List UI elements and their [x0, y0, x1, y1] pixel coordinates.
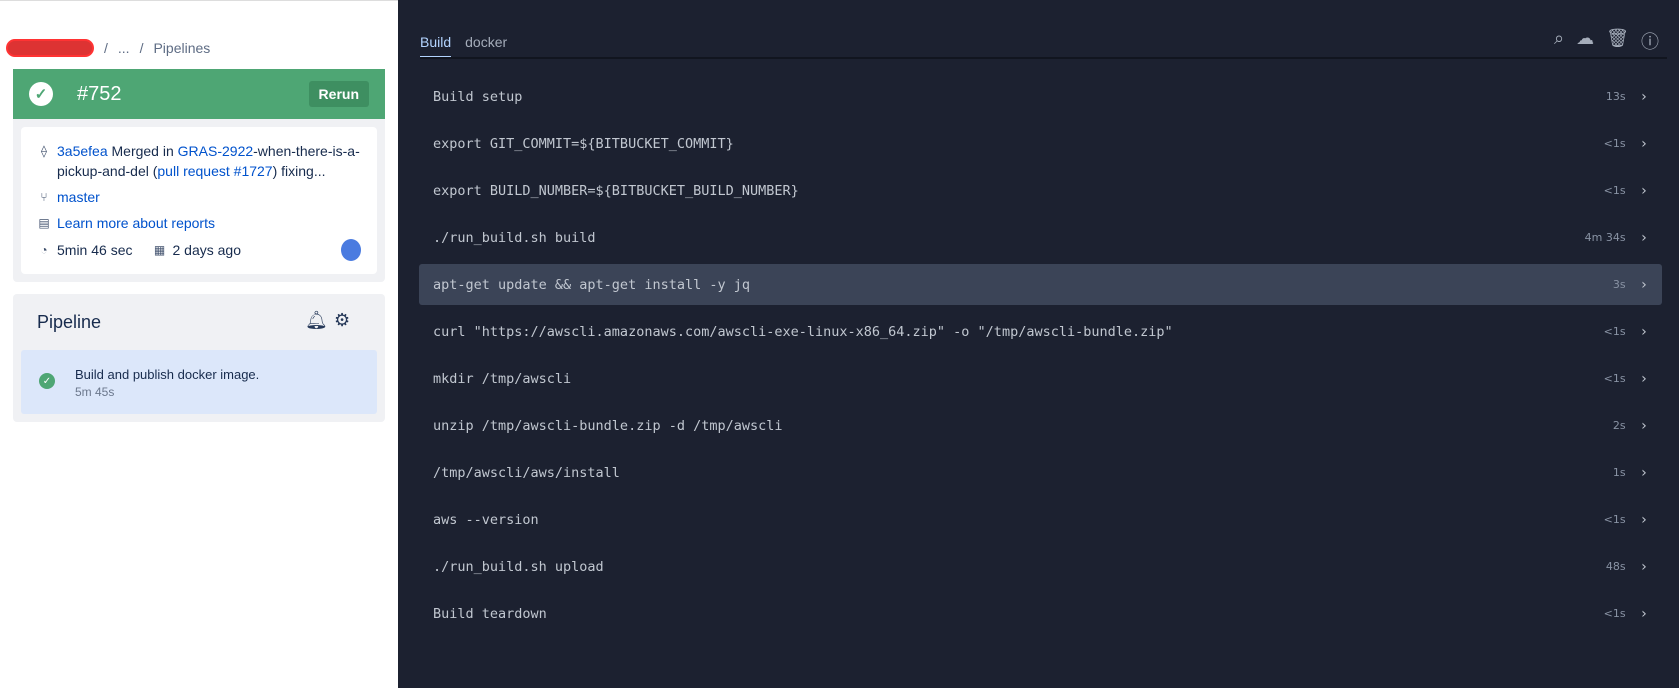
log-step-command: apt-get update && apt-get install -y jq — [433, 276, 750, 293]
log-step-command: /tmp/awscli/aws/install — [433, 464, 620, 481]
trash-icon[interactable]: 🗑︎ — [1606, 28, 1629, 54]
pipeline-sidebar: / ... / Pipelines ✓ #752 Rerun ⟠ 3a5efea… — [0, 0, 398, 688]
pull-request-link[interactable]: pull request #1727 — [157, 163, 272, 179]
log-step-duration: 3s — [1612, 278, 1626, 291]
commit-trailing-text: ) fixing... — [272, 163, 326, 179]
chevron-right-icon: › — [1639, 229, 1648, 246]
branch-link[interactable]: master — [57, 187, 100, 207]
build-duration: 5min 46 sec — [57, 242, 133, 258]
info-icon[interactable]: ⓘ — [1641, 28, 1659, 54]
log-step-duration: <1s — [1603, 607, 1626, 620]
pipeline-title: Pipeline — [37, 312, 102, 332]
download-cloud-icon[interactable]: ☁ — [1576, 28, 1594, 54]
log-step-duration: 13s — [1605, 90, 1626, 103]
log-step-row[interactable]: Build teardown <1s › — [419, 593, 1662, 634]
redacted-repo-link[interactable] — [6, 39, 94, 57]
issue-link[interactable]: GRAS-2922 — [178, 143, 253, 159]
search-icon[interactable]: ⌕ — [1554, 28, 1564, 54]
chevron-right-icon: › — [1639, 417, 1648, 434]
tab-docker[interactable]: docker — [465, 34, 507, 58]
log-step-row[interactable]: aws --version <1s › — [419, 499, 1662, 540]
build-status-header: ✓ #752 Rerun — [13, 69, 385, 119]
log-step-command: mkdir /tmp/awscli — [433, 370, 572, 387]
log-step-command: Build teardown — [433, 605, 547, 622]
log-step-command: curl "https://awscli.amazonaws.com/awscl… — [433, 323, 1173, 340]
breadcrumb-separator: / — [104, 40, 108, 56]
calendar-icon: ▦ — [153, 243, 166, 257]
build-details: ⟠ 3a5efea Merged in GRAS-2922-when-there… — [13, 119, 385, 282]
commit-icon: ⟠ — [41, 144, 47, 158]
breadcrumb-pipelines[interactable]: Pipelines — [153, 40, 210, 56]
log-step-command: export GIT_COMMIT=${BITBUCKET_COMMIT} — [433, 135, 734, 152]
log-step-row[interactable]: unzip /tmp/awscli-bundle.zip -d /tmp/aws… — [419, 405, 1662, 446]
pipeline-panel: Pipeline 🔔︎ ⚙ ✓ Build and publish docker… — [13, 294, 385, 422]
log-step-row[interactable]: Build setup 13s › — [419, 76, 1662, 117]
log-step-command: Build setup — [433, 88, 523, 105]
log-step-duration: 2s — [1612, 419, 1626, 432]
log-step-row[interactable]: ./run_build.sh upload 48s › — [419, 546, 1662, 587]
pipeline-step[interactable]: ✓ Build and publish docker image. 5m 45s — [21, 350, 377, 414]
tab-build[interactable]: Build — [420, 34, 452, 58]
clock-icon: ◔ — [40, 243, 48, 257]
chevron-right-icon: › — [1639, 323, 1648, 340]
commit-message: 3a5efea Merged in GRAS-2922-when-there-i… — [57, 141, 361, 181]
chevron-right-icon: › — [1639, 135, 1648, 152]
gear-icon[interactable]: ⚙ — [334, 310, 350, 331]
breadcrumb-separator: / — [139, 40, 144, 56]
breadcrumb: / ... / Pipelines — [6, 39, 210, 57]
log-step-command: ./run_build.sh build — [433, 229, 596, 246]
log-step-duration: <1s — [1603, 325, 1626, 338]
chevron-right-icon: › — [1639, 276, 1648, 293]
build-date: 2 days ago — [172, 242, 241, 258]
chevron-right-icon: › — [1639, 605, 1648, 622]
log-step-duration: <1s — [1603, 513, 1626, 526]
log-step-row[interactable]: export BUILD_NUMBER=${BITBUCKET_BUILD_NU… — [419, 170, 1662, 211]
tab-divider — [420, 57, 1667, 59]
log-step-duration: <1s — [1603, 184, 1626, 197]
reports-icon: ▤ — [38, 216, 50, 230]
log-step-row[interactable]: /tmp/awscli/aws/install 1s › — [419, 452, 1662, 493]
log-step-duration: <1s — [1603, 372, 1626, 385]
log-step-duration: <1s — [1603, 137, 1626, 150]
commit-link[interactable]: 3a5efea — [57, 143, 108, 159]
merged-text: Merged in — [111, 143, 174, 159]
rerun-button[interactable]: Rerun — [308, 81, 369, 107]
log-step-duration: 1s — [1612, 466, 1626, 479]
log-step-row[interactable]: curl "https://awscli.amazonaws.com/awscl… — [419, 311, 1662, 352]
chevron-right-icon: › — [1639, 182, 1648, 199]
log-step-row[interactable]: ./run_build.sh build 4m 34s › — [419, 217, 1662, 258]
log-step-row[interactable]: export GIT_COMMIT=${BITBUCKET_COMMIT} <1s… — [419, 123, 1662, 164]
log-step-duration: 4m 34s — [1584, 231, 1626, 244]
step-success-icon: ✓ — [39, 373, 55, 389]
chevron-right-icon: › — [1639, 464, 1648, 481]
chevron-right-icon: › — [1639, 558, 1648, 575]
chevron-right-icon: › — [1639, 370, 1648, 387]
log-step-command: export BUILD_NUMBER=${BITBUCKET_BUILD_NU… — [433, 182, 799, 199]
step-name: Build and publish docker image. — [75, 367, 260, 382]
step-duration: 5m 45s — [75, 385, 115, 399]
log-step-duration: 48s — [1605, 560, 1626, 573]
log-step-command: unzip /tmp/awscli-bundle.zip -d /tmp/aws… — [433, 417, 783, 434]
log-panel: Build docker ⌕ ☁ 🗑︎ ⓘ Build setup 13s › exp… — [398, 0, 1679, 688]
log-step-row[interactable]: mkdir /tmp/awscli <1s › — [419, 358, 1662, 399]
branch-icon: ⑂ — [40, 190, 48, 204]
success-check-icon: ✓ — [29, 82, 53, 106]
log-step-command: ./run_build.sh upload — [433, 558, 604, 575]
log-step-command: aws --version — [433, 511, 539, 528]
chevron-right-icon: › — [1639, 511, 1648, 528]
learn-reports-link[interactable]: Learn more about reports — [57, 213, 215, 233]
log-step-row[interactable]: apt-get update && apt-get install -y jq 3… — [419, 264, 1662, 305]
breadcrumb-ellipsis[interactable]: ... — [118, 40, 130, 56]
notification-bell-icon[interactable]: 🔔︎ — [305, 310, 328, 331]
avatar[interactable] — [341, 239, 361, 261]
build-number: #752 — [77, 82, 122, 105]
chevron-right-icon: › — [1639, 88, 1648, 105]
